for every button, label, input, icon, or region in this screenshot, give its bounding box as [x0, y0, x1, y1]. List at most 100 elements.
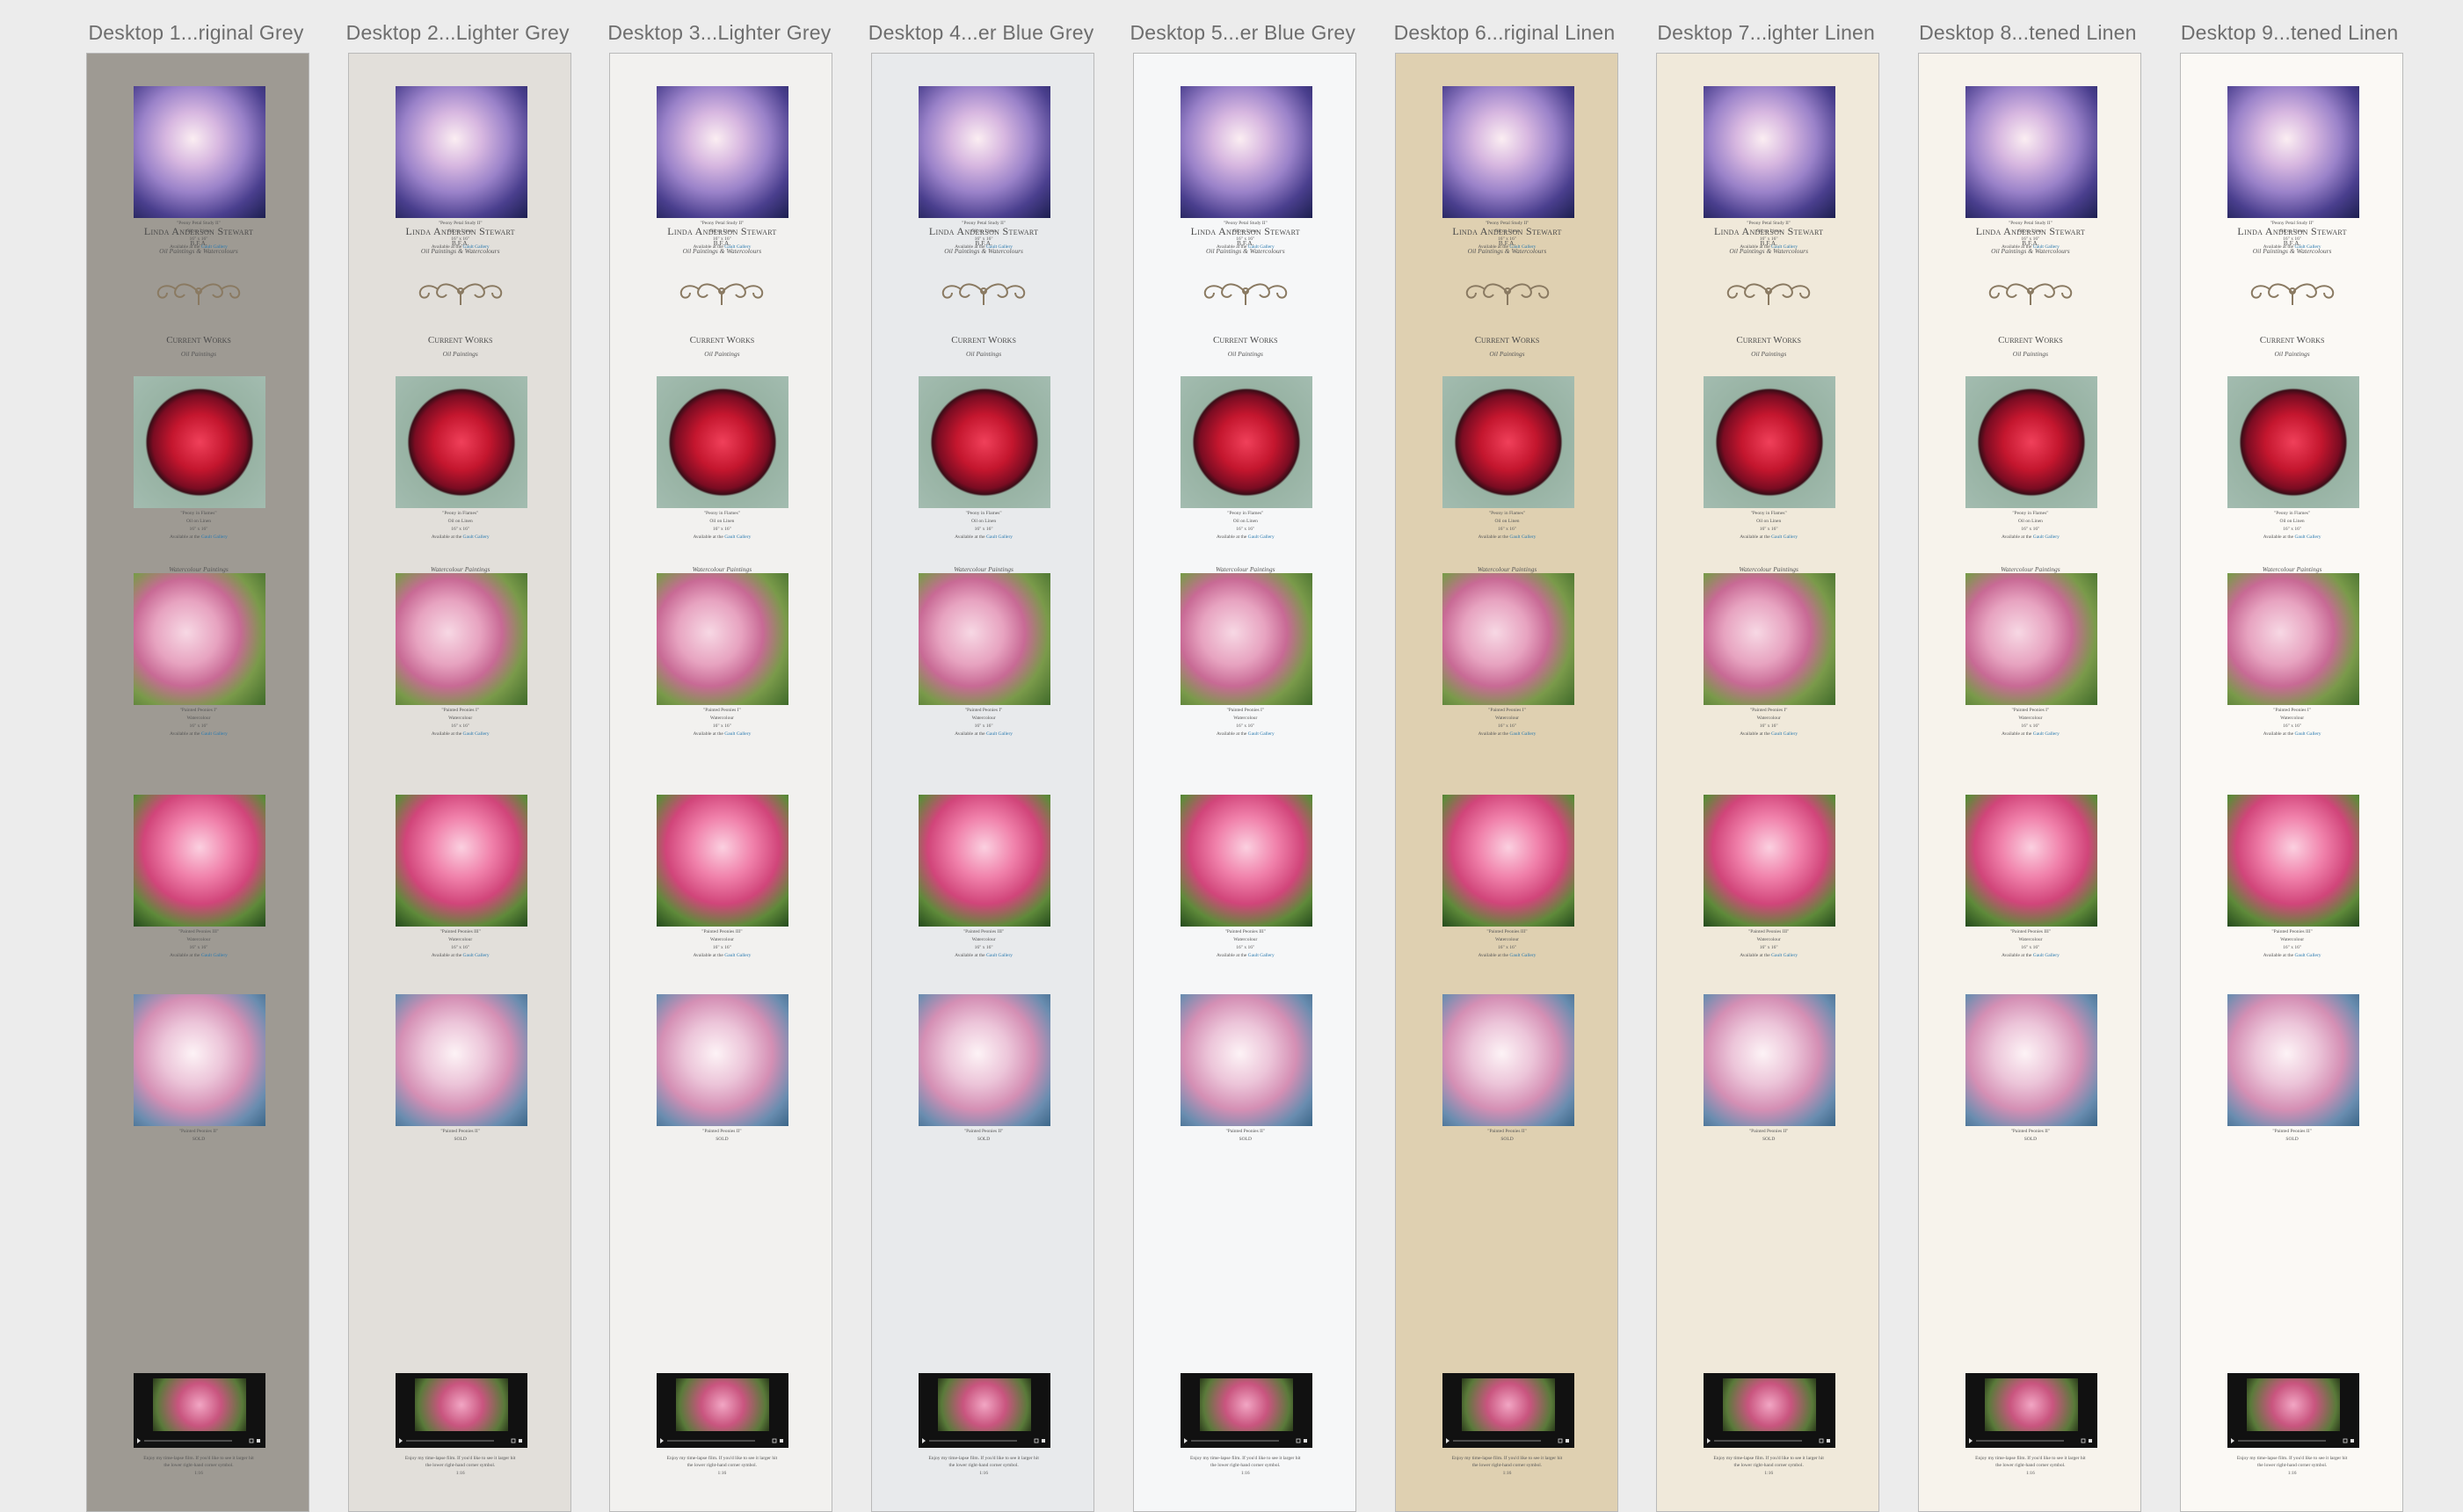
gallery-link[interactable]: Gault Gallery — [986, 731, 1013, 737]
gallery-link[interactable]: Gault Gallery — [1248, 244, 1275, 250]
gallery-link[interactable]: Gault Gallery — [1509, 244, 1536, 250]
artboard[interactable]: Desktop 6...riginal Linen Linda Anderson … — [1374, 0, 1636, 1512]
gallery-link[interactable]: Gault Gallery — [2033, 534, 2060, 540]
artboard[interactable]: Desktop 2...Lighter Grey Linda Anderson S… — [327, 0, 589, 1512]
volume-icon[interactable] — [518, 1439, 522, 1443]
gallery-link[interactable]: Gault Gallery — [1509, 534, 1536, 540]
gallery-link[interactable]: Gault Gallery — [724, 731, 751, 737]
play-icon[interactable] — [660, 1438, 665, 1443]
volume-icon[interactable] — [2350, 1439, 2354, 1443]
gallery-link[interactable]: Gault Gallery — [2294, 731, 2321, 737]
page-preview[interactable]: Linda Anderson Stewart B.F.A. Oil Painting… — [347, 53, 571, 1512]
gallery-link[interactable]: Gault Gallery — [1248, 534, 1275, 540]
video-player[interactable] — [1180, 1373, 1312, 1448]
video-player[interactable] — [919, 1373, 1051, 1448]
artboard[interactable]: Desktop 3...Lighter Grey Linda Anderson S… — [588, 0, 850, 1512]
play-icon[interactable] — [1968, 1438, 1973, 1443]
artboard[interactable]: Desktop 4...er Blue Grey Linda Anderson S… — [850, 0, 1112, 1512]
play-icon[interactable] — [398, 1438, 403, 1443]
gallery-link[interactable]: Gault Gallery — [1771, 953, 1798, 958]
gallery-link[interactable]: Gault Gallery — [463, 731, 490, 737]
gallery-link[interactable]: Gault Gallery — [986, 534, 1013, 540]
artboard[interactable]: Desktop 5...er Blue Grey Linda Anderson S… — [1112, 0, 1374, 1512]
gallery-link[interactable]: Gault Gallery — [1771, 244, 1798, 250]
play-icon[interactable] — [137, 1438, 141, 1443]
page-preview[interactable]: Linda Anderson Stewart B.F.A. Oil Painting… — [2179, 53, 2403, 1512]
gallery-link[interactable]: Gault Gallery — [463, 534, 490, 540]
volume-icon[interactable] — [2088, 1439, 2092, 1443]
video-controls[interactable] — [1968, 1438, 2094, 1443]
gallery-link[interactable]: Gault Gallery — [2033, 953, 2060, 958]
gallery-link[interactable]: Gault Gallery — [201, 244, 228, 250]
gallery-link[interactable]: Gault Gallery — [2294, 244, 2321, 250]
video-player[interactable] — [657, 1373, 789, 1448]
gallery-link[interactable]: Gault Gallery — [463, 953, 490, 958]
gallery-link[interactable]: Gault Gallery — [201, 534, 228, 540]
volume-icon[interactable] — [1827, 1439, 1831, 1443]
page-preview[interactable]: Linda Anderson Stewart B.F.A. Oil Painting… — [1132, 53, 1356, 1512]
video-controls[interactable] — [1445, 1438, 1571, 1443]
page-preview[interactable]: Linda Anderson Stewart B.F.A. Oil Painting… — [1394, 53, 1618, 1512]
fullscreen-icon[interactable] — [2343, 1438, 2347, 1443]
artboard-title[interactable]: Desktop 6...riginal Linen — [1374, 21, 1636, 45]
artboard-title[interactable]: Desktop 1...riginal Grey — [65, 21, 327, 45]
video-controls[interactable] — [1707, 1438, 1832, 1443]
play-icon[interactable] — [1707, 1438, 1711, 1443]
artboard-title[interactable]: Desktop 2...Lighter Grey — [327, 21, 589, 45]
video-controls[interactable] — [922, 1438, 1047, 1443]
play-icon[interactable] — [1183, 1438, 1188, 1443]
video-controls[interactable] — [2230, 1438, 2356, 1443]
video-player[interactable] — [395, 1373, 527, 1448]
artboard[interactable]: Desktop 7...ighter Linen Linda Anderson S… — [1635, 0, 1897, 1512]
artboard[interactable]: Desktop 9...tened Linen Linda Anderson St… — [2159, 0, 2421, 1512]
fullscreen-icon[interactable] — [2081, 1438, 2086, 1443]
fullscreen-icon[interactable] — [1296, 1438, 1301, 1443]
gallery-link[interactable]: Gault Gallery — [986, 953, 1013, 958]
gallery-link[interactable]: Gault Gallery — [724, 244, 751, 250]
gallery-link[interactable]: Gault Gallery — [2294, 953, 2321, 958]
play-icon[interactable] — [2230, 1438, 2234, 1443]
gallery-link[interactable]: Gault Gallery — [201, 731, 228, 737]
page-preview[interactable]: Linda Anderson Stewart B.F.A. Oil Painting… — [1656, 53, 1880, 1512]
gallery-link[interactable]: Gault Gallery — [724, 953, 751, 958]
page-preview[interactable]: Linda Anderson Stewart B.F.A. Oil Painting… — [609, 53, 833, 1512]
video-controls[interactable] — [137, 1438, 262, 1443]
fullscreen-icon[interactable] — [249, 1438, 254, 1443]
play-icon[interactable] — [922, 1438, 926, 1443]
gallery-link[interactable]: Gault Gallery — [2033, 244, 2060, 250]
artboard-title[interactable]: Desktop 8...tened Linen — [1897, 21, 2159, 45]
fullscreen-icon[interactable] — [1558, 1438, 1562, 1443]
volume-icon[interactable] — [257, 1439, 260, 1443]
play-icon[interactable] — [1445, 1438, 1449, 1443]
artboard[interactable]: Desktop 1...riginal Grey Linda Anderson S… — [65, 0, 327, 1512]
gallery-link[interactable]: Gault Gallery — [1771, 534, 1798, 540]
artboard-title[interactable]: Desktop 7...ighter Linen — [1635, 21, 1897, 45]
gallery-link[interactable]: Gault Gallery — [463, 244, 490, 250]
gallery-link[interactable]: Gault Gallery — [986, 244, 1013, 250]
artboard[interactable]: Desktop 8...tened Linen Linda Anderson St… — [1897, 0, 2159, 1512]
volume-icon[interactable] — [1303, 1439, 1307, 1443]
video-player[interactable] — [1704, 1373, 1836, 1448]
video-player[interactable] — [1965, 1373, 2097, 1448]
artboard-title[interactable]: Desktop 5...er Blue Grey — [1112, 21, 1374, 45]
gallery-link[interactable]: Gault Gallery — [2294, 534, 2321, 540]
page-preview[interactable]: Linda Anderson Stewart B.F.A. Oil Painting… — [86, 53, 309, 1512]
gallery-link[interactable]: Gault Gallery — [1509, 731, 1536, 737]
gallery-link[interactable]: Gault Gallery — [2033, 731, 2060, 737]
gallery-link[interactable]: Gault Gallery — [1248, 731, 1275, 737]
gallery-link[interactable]: Gault Gallery — [1248, 953, 1275, 958]
artboard-title[interactable]: Desktop 3...Lighter Grey — [588, 21, 850, 45]
page-preview[interactable]: Linda Anderson Stewart B.F.A. Oil Painting… — [1917, 53, 2141, 1512]
gallery-link[interactable]: Gault Gallery — [724, 534, 751, 540]
artboard-title[interactable]: Desktop 9...tened Linen — [2159, 21, 2421, 45]
video-controls[interactable] — [1183, 1438, 1309, 1443]
video-player[interactable] — [134, 1373, 265, 1448]
fullscreen-icon[interactable] — [511, 1438, 516, 1443]
design-canvas[interactable]: Desktop 1...riginal Grey Linda Anderson S… — [0, 0, 2463, 1512]
volume-icon[interactable] — [780, 1439, 784, 1443]
fullscreen-icon[interactable] — [772, 1438, 777, 1443]
volume-icon[interactable] — [1042, 1439, 1046, 1443]
artboard-title[interactable]: Desktop 4...er Blue Grey — [850, 21, 1112, 45]
video-player[interactable] — [2227, 1373, 2359, 1448]
page-preview[interactable]: Linda Anderson Stewart B.F.A. Oil Painting… — [871, 53, 1095, 1512]
